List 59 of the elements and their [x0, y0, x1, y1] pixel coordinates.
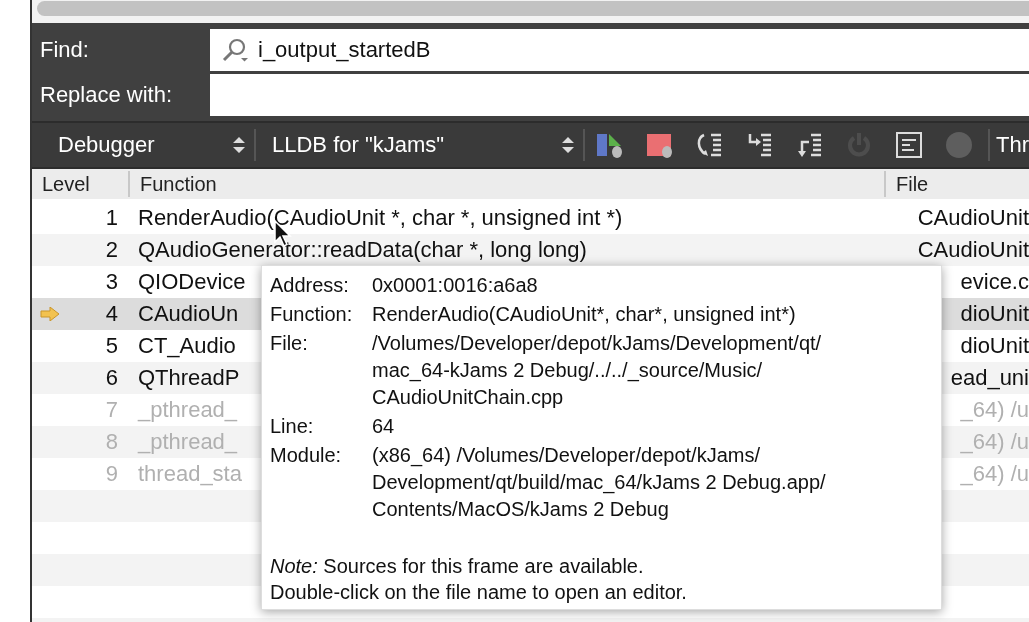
- note-text: Note: Sources for this frame are available.: [270, 554, 645, 579]
- tooltip-value: Development/qt/build/mac_64/kJams 2 Debug.app/: [372, 470, 827, 496]
- file-name: _64) /u: [960, 397, 1029, 423]
- search-icon: [220, 37, 250, 63]
- level-number: 1: [105, 205, 118, 231]
- function-name: thread_sta: [138, 461, 242, 487]
- column-header[interactable]: File: [884, 171, 1029, 197]
- file-name: evice.c: [960, 269, 1029, 295]
- file-name: dioUnit: [960, 301, 1029, 327]
- up-down-arrows-icon: [232, 135, 246, 155]
- tooltip-value: /Volumes/Developer/depot/kJams/Development/qt/: [372, 331, 823, 356]
- up-down-arrows-icon: [561, 135, 576, 155]
- function-name: QAudioGenerator::readData(char *, long long): [138, 237, 587, 263]
- level-number: 3: [105, 269, 118, 295]
- file-name: dioUnit: [960, 333, 1029, 359]
- scrollbar[interactable]: [37, 1, 1029, 16]
- tooltip-label: Address:: [270, 273, 350, 298]
- level-number: 6: [105, 365, 118, 391]
- file-name: ead_uni: [950, 365, 1029, 391]
- tooltip-value: 0x0001:0016:a6a8: [372, 273, 539, 298]
- function-name: _pthread_: [138, 397, 238, 423]
- function-name: CT_Audio: [138, 333, 236, 359]
- tooltip-label: Line:: [270, 414, 315, 439]
- hint-text: Double-click on the file name to open an editor.: [270, 580, 688, 605]
- dropdown[interactable]: LLDB for "kJams": [256, 129, 586, 161]
- level-number: 9: [105, 461, 118, 487]
- replace-field[interactable]: [210, 74, 1029, 116]
- tooltip-value: RenderAudio(CAudioUnit*, char*, unsigned int*): [372, 302, 797, 327]
- level-number: 4: [105, 301, 118, 327]
- level-number: 7: [105, 397, 118, 423]
- toolbar-label: Thr: [996, 132, 1029, 158]
- function-name: QThreadP: [138, 365, 240, 391]
- tooltip-value: mac_64-kJams 2 Debug/../../_source/Music/: [372, 358, 764, 384]
- dropdown[interactable]: Debugger: [42, 129, 256, 161]
- tooltip-label: File:: [270, 331, 309, 356]
- file-name: CAudioUnit: [917, 237, 1029, 263]
- tooltip-label: Function:: [270, 302, 354, 327]
- column-header[interactable]: Function: [128, 171, 884, 197]
- tooltip-value: Contents/MacOS/kJams 2 Debug: [372, 497, 670, 522]
- find-field[interactable]: i_output_startedB: [210, 29, 1029, 71]
- file-name: _64) /u: [960, 429, 1029, 455]
- level-number: 5: [105, 333, 118, 359]
- stack-frame-row[interactable]: 2 QAudioGenerator::readData(char *, long long) CAudioUnit: [32, 234, 1029, 266]
- file-name: CAudioUnit: [917, 205, 1029, 231]
- find-label: Find:: [40, 36, 90, 64]
- column-header[interactable]: Level: [32, 171, 128, 197]
- level-number: 8: [105, 429, 118, 455]
- tooltip-value: (x86_64) /Volumes/Developer/depot/kJams/: [372, 443, 761, 469]
- file-name: _64) /u: [960, 461, 1029, 487]
- function-name: _pthread_: [138, 429, 238, 455]
- replace-label: Replace with:: [40, 81, 174, 109]
- function-name: CAudioUn: [138, 301, 239, 327]
- tooltip-value: 64: [372, 414, 396, 439]
- function-name: RenderAudio(CAudioUnit *, char *, unsigned int *): [138, 205, 623, 231]
- function-name: QIODevice: [138, 269, 246, 295]
- frame-icon[interactable]: [894, 130, 925, 160]
- tooltip-label: Module:: [270, 443, 343, 468]
- tooltip-value: CAudioUnitChain.cpp: [372, 385, 565, 410]
- level-number: 2: [105, 237, 118, 263]
